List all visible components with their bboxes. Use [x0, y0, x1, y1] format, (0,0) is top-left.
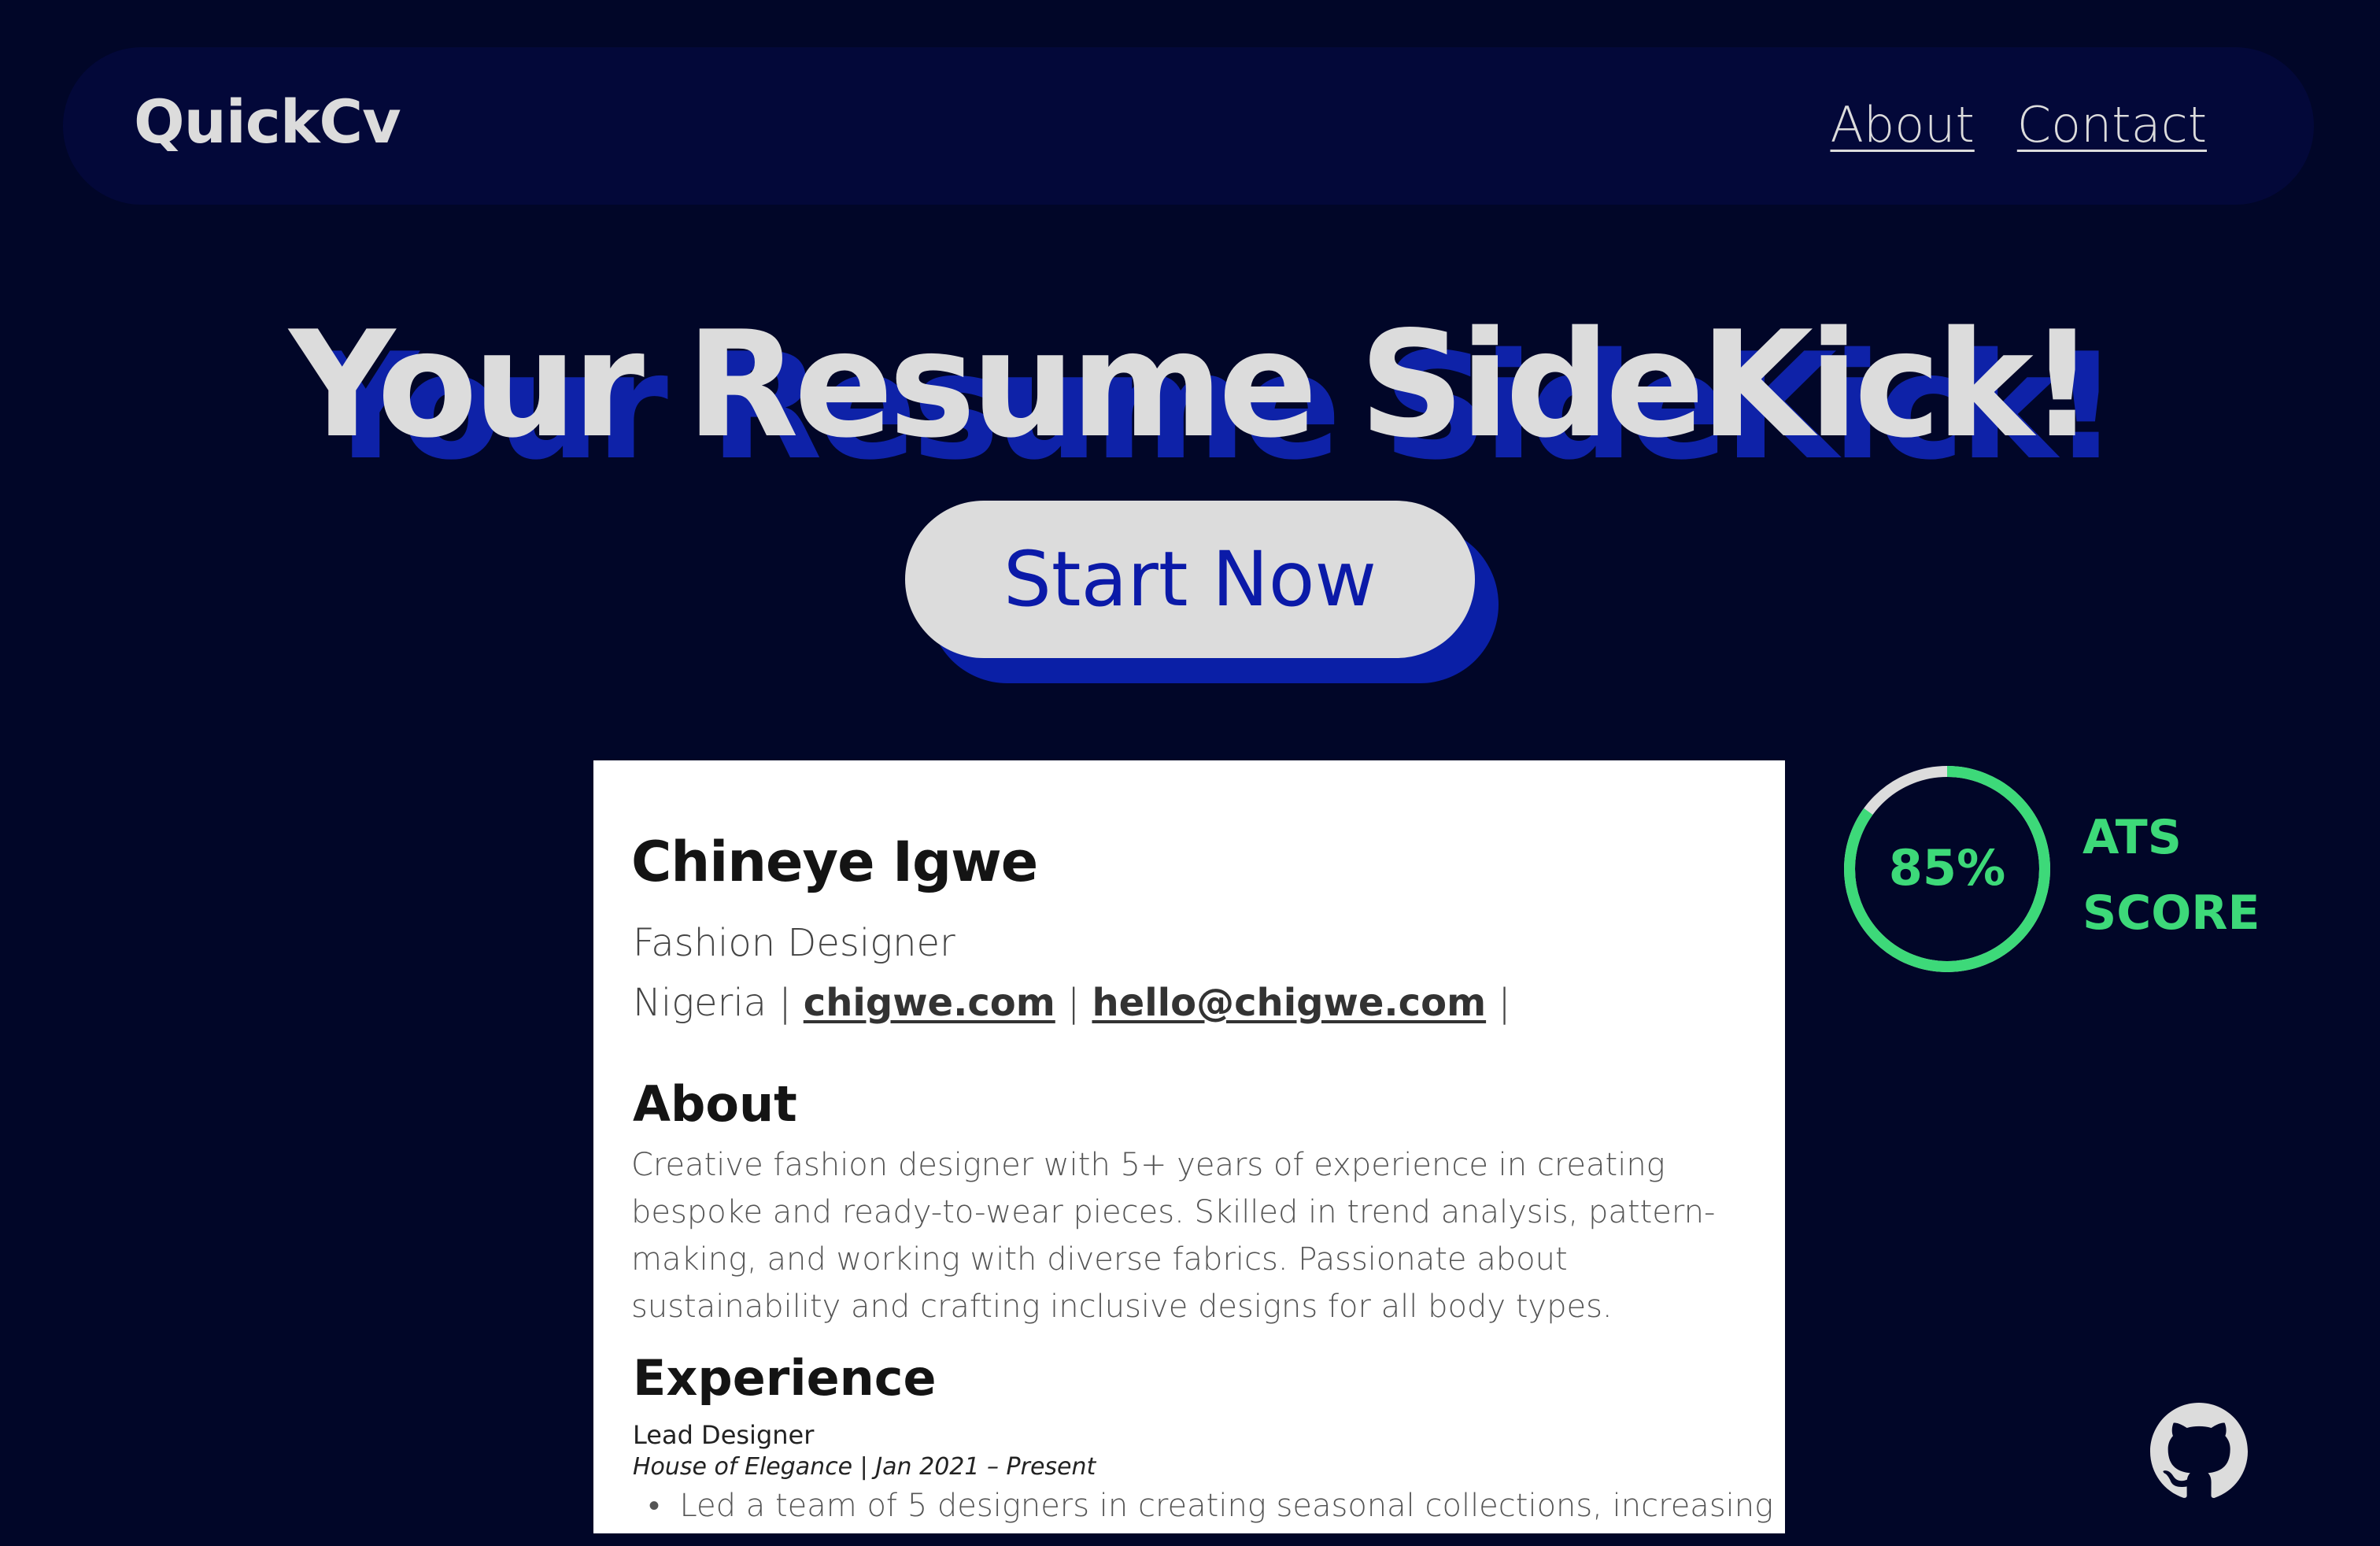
ats-score-label: ATS SCORE	[2082, 800, 2260, 951]
start-now-button[interactable]: Start Now	[905, 501, 1475, 658]
bullet-dot: •	[649, 1488, 680, 1524]
resume-name: Chineye Igwe	[631, 830, 1038, 894]
resume-about-text: Creative fashion designer with 5+ years …	[631, 1147, 1716, 1325]
hero: Your Resume SideKick! Your Resume SideKi…	[0, 299, 2380, 492]
ats-label-line2: SCORE	[2082, 886, 2260, 941]
ats-score-value: 85%	[1888, 839, 2006, 897]
brand-logo[interactable]: QuickCv	[134, 87, 401, 157]
resume-contact-line: Nigeria | chigwe.com | hello@chigwe.com …	[633, 981, 1511, 1025]
ats-label-line1: ATS	[2082, 810, 2182, 865]
resume-website-link[interactable]: chigwe.com	[804, 981, 1055, 1025]
navbar: QuickCv About Contact	[63, 47, 2314, 205]
resume-about-heading: About	[633, 1075, 797, 1133]
resume-experience-role: Lead Designer	[633, 1420, 815, 1450]
separator: |	[1498, 981, 1511, 1025]
resume-job-title: Fashion Designer	[633, 921, 955, 965]
nav-link-contact[interactable]: Contact	[2017, 96, 2207, 153]
resume-email-link[interactable]: hello@chigwe.com	[1092, 981, 1486, 1025]
resume-experience-heading: Experience	[633, 1349, 937, 1407]
github-icon[interactable]	[2150, 1403, 2248, 1500]
nav-link-about[interactable]: About	[1830, 96, 1974, 153]
resume-location: Nigeria	[633, 981, 767, 1025]
page: QuickCv About Contact Your Resume SideKi…	[0, 0, 2380, 1546]
hero-title: Your Resume SideKick!	[289, 299, 2095, 470]
resume-experience-bullet: • Led a team of 5 designers in creating …	[649, 1488, 1773, 1524]
separator: |	[778, 981, 792, 1025]
nav-links: About Contact	[1830, 96, 2207, 153]
bullet-text: Led a team of 5 designers in creating se…	[679, 1488, 1774, 1524]
separator: |	[1067, 981, 1081, 1025]
resume-preview: Chineye Igwe Fashion Designer Nigeria | …	[593, 760, 1785, 1533]
resume-experience-meta: House of Elegance | Jan 2021 – Present	[633, 1453, 1096, 1481]
